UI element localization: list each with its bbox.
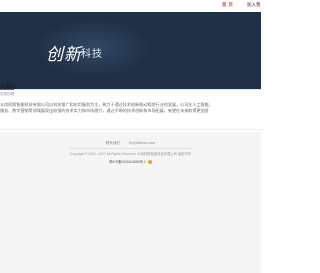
content-divider bbox=[0, 129, 261, 130]
logo-mark: 创新 bbox=[46, 45, 82, 65]
footer-contact: 联系我们 hr@hbbxcn.com bbox=[0, 141, 261, 146]
section-divider bbox=[0, 89, 261, 90]
contact-us-link[interactable]: 联系我们 bbox=[106, 141, 120, 145]
body-line: 服务、数字营销等领域展现出较强的技术实力和市场潜力，通过不断的技术创新和市场拓展… bbox=[0, 108, 209, 113]
footer-rule bbox=[70, 148, 191, 149]
section-title-underline bbox=[0, 89, 14, 90]
logo-text: 科技 bbox=[81, 49, 103, 60]
top-navigation: 首 页 加入我 bbox=[0, 0, 261, 12]
nav-home-link[interactable]: 首 页 bbox=[222, 2, 233, 8]
nav-join-link[interactable]: 加入我 bbox=[247, 2, 261, 8]
hero-banner: 创新 科技 bbox=[0, 12, 261, 89]
beian-link[interactable]: 豫ICP备2024104880号-1 bbox=[109, 160, 146, 164]
beian-badge-icon bbox=[147, 160, 152, 165]
section-subtitle: 发展历程 bbox=[0, 92, 15, 96]
copyright-text: Copyright © 2024 - 2027 All Rights Reser… bbox=[69, 152, 192, 156]
beian-row: 豫ICP备2024104880号-1 bbox=[0, 159, 261, 165]
email-link[interactable]: hr@hbbxcn.com bbox=[129, 141, 155, 145]
section-body: 众尚阿斯智能科技有限公司以科技推广和应用服务为主，致力于通过技术创新推动相关行业… bbox=[0, 102, 261, 114]
footer: 联系我们 hr@hbbxcn.com Copyright © 2024 - 20… bbox=[0, 132, 261, 273]
